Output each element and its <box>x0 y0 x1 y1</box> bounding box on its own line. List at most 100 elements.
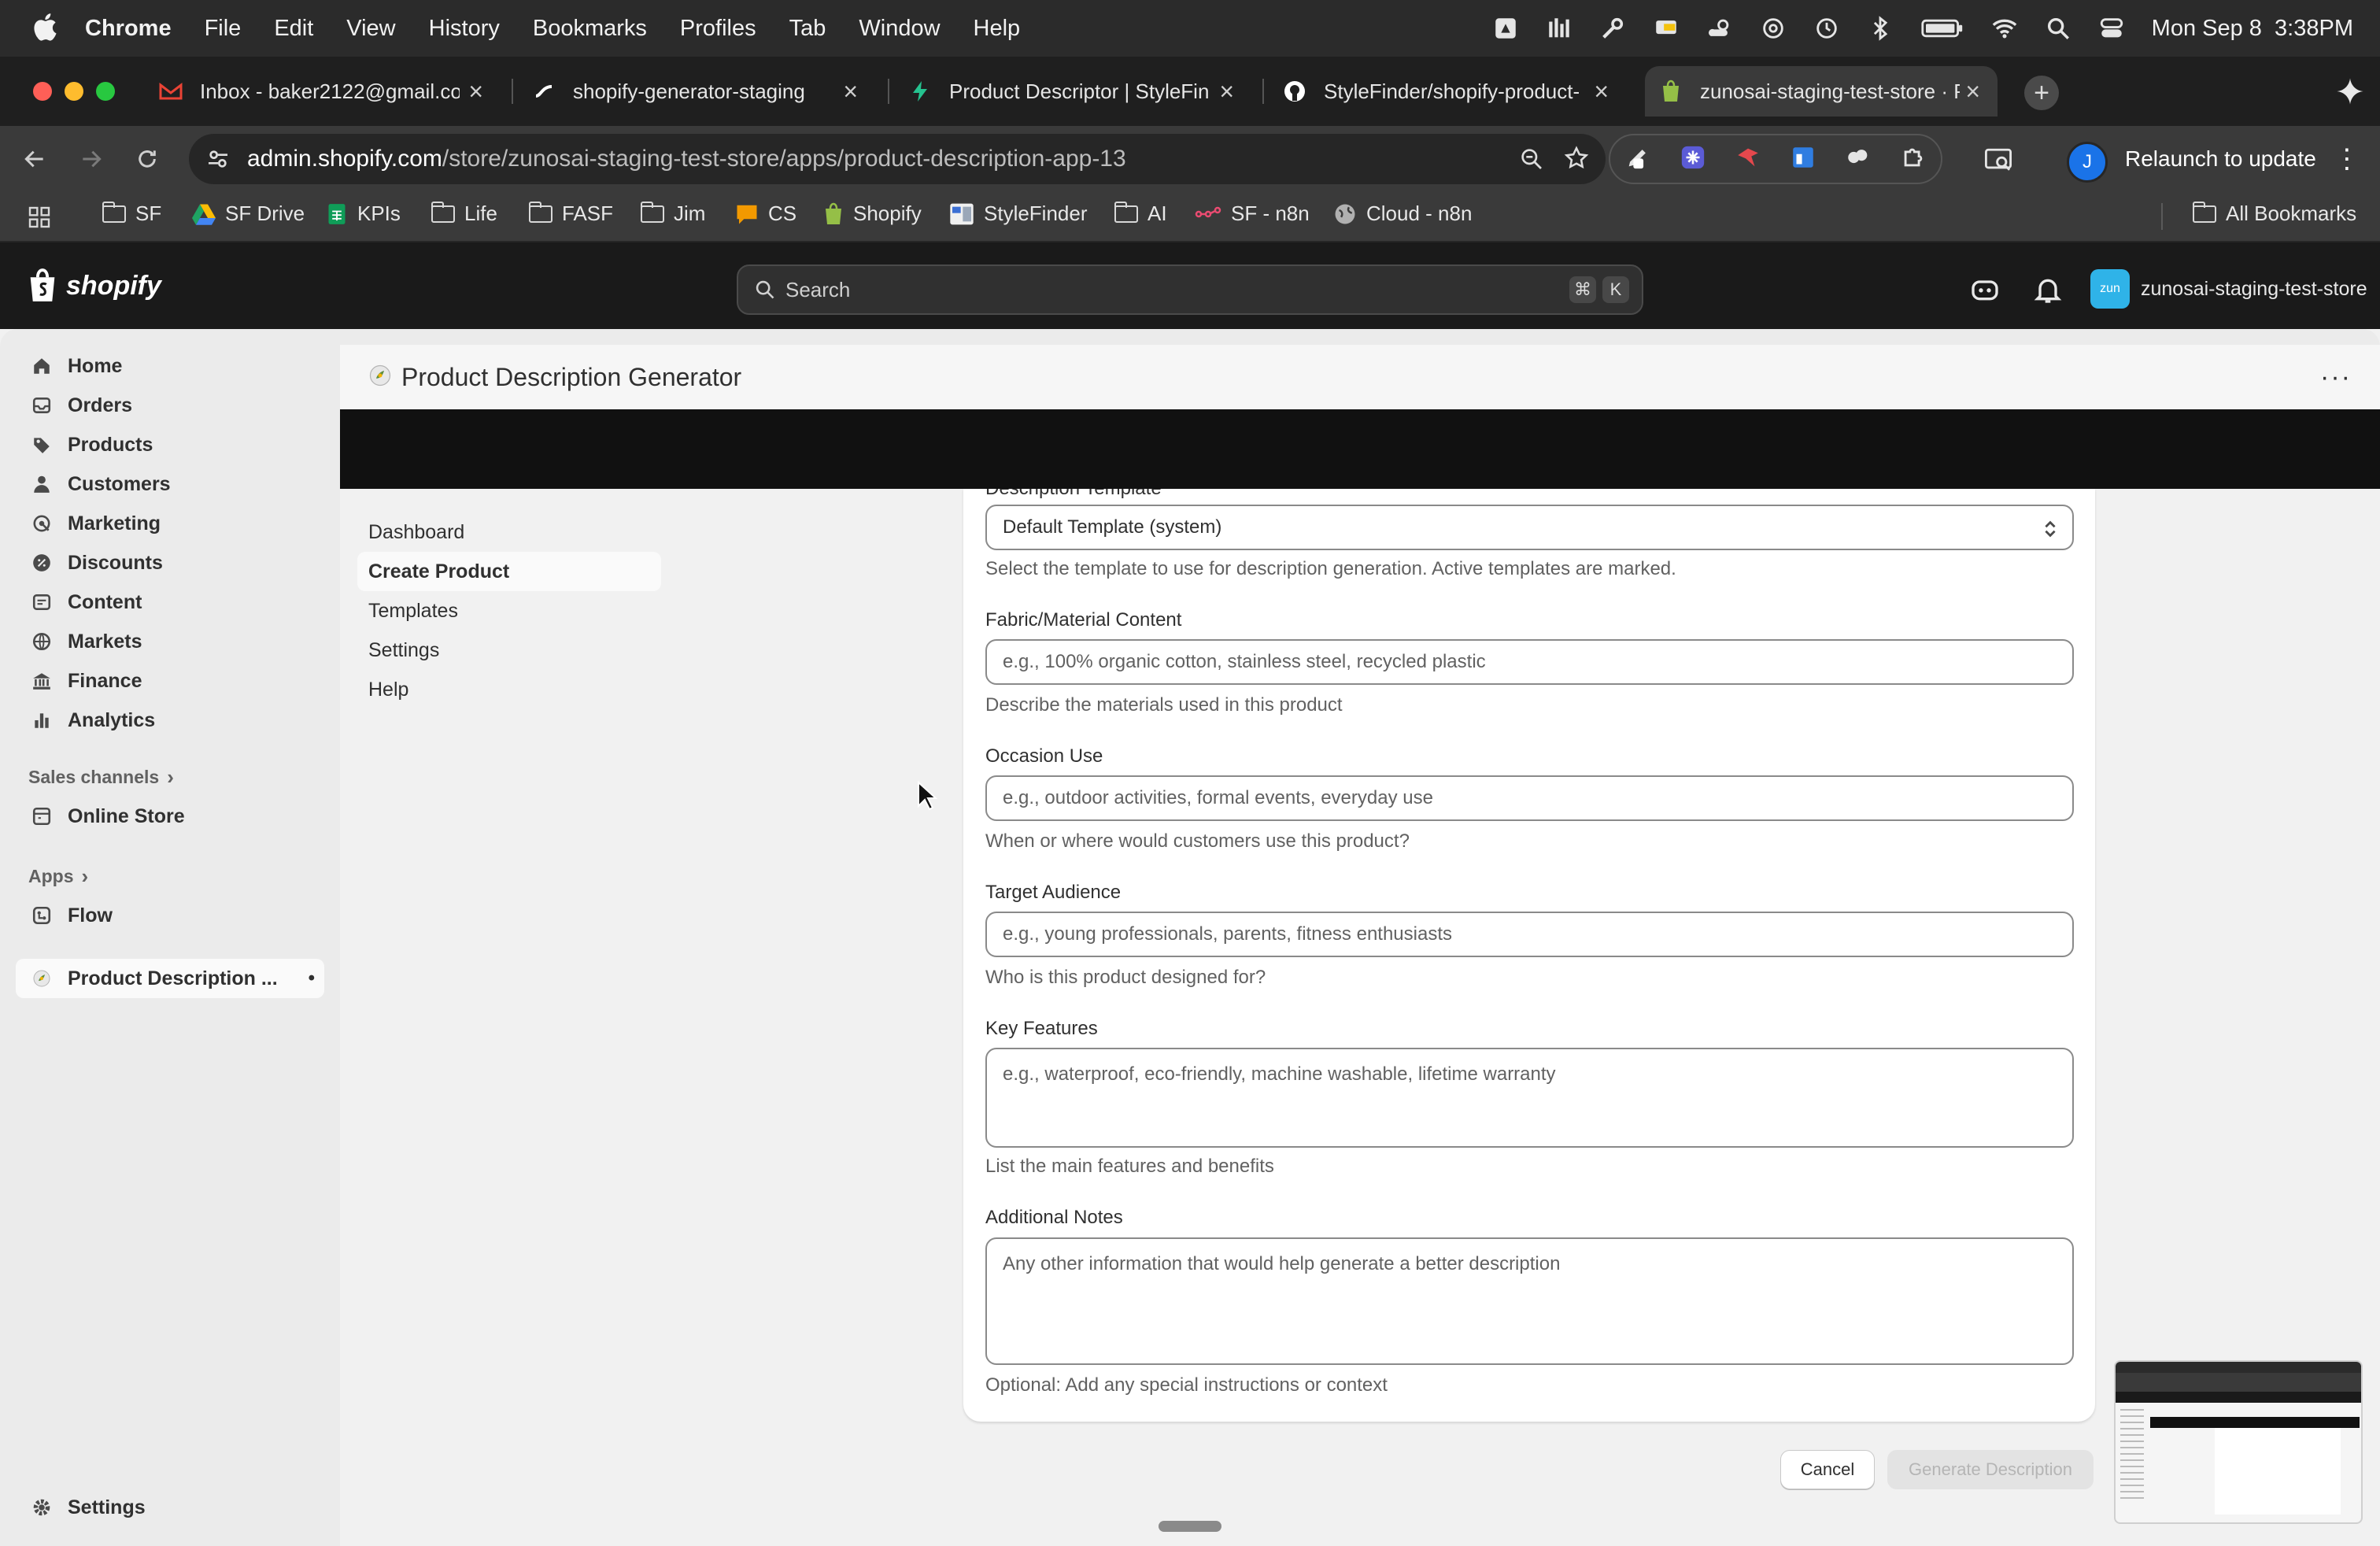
menu-app-name[interactable]: Chrome <box>85 16 172 42</box>
bluetooth-status-icon[interactable] <box>1867 15 1894 42</box>
browser-tab-railway[interactable]: shopify-generator-staging × <box>513 66 875 117</box>
menu-tab[interactable]: Tab <box>789 16 826 42</box>
nav-finance[interactable]: Finance <box>17 661 142 701</box>
bookmark-kpis[interactable]: KPIs <box>326 202 401 226</box>
extension-cloud-icon[interactable] <box>1845 144 1872 175</box>
apps-heading[interactable]: Apps › <box>28 864 88 889</box>
menu-window[interactable]: Window <box>859 16 940 42</box>
more-vertical-icon[interactable]: ⋮ <box>2334 143 2360 175</box>
store-switcher[interactable]: zun zunosai-staging-test-store <box>2090 269 2367 309</box>
zoom-out-icon[interactable] <box>1519 146 1544 172</box>
bookmark-life[interactable]: Life <box>431 201 497 226</box>
generate-description-button[interactable]: Generate Description <box>1887 1450 2094 1489</box>
subnav-dashboard[interactable]: Dashboard <box>357 512 661 552</box>
all-bookmarks-button[interactable]: All Bookmarks <box>2193 201 2356 226</box>
reload-icon[interactable] <box>134 146 161 176</box>
tab-close-icon[interactable]: × <box>1965 77 1980 106</box>
wifi-status-icon[interactable] <box>1991 15 2018 42</box>
weather-status-icon[interactable] <box>1706 15 1733 42</box>
bookmark-jim[interactable]: Jim <box>641 201 705 226</box>
openai-status-icon[interactable] <box>1760 15 1787 42</box>
drive-status-icon[interactable] <box>1492 15 1519 42</box>
address-bar[interactable]: admin.shopify.com/store/zunosai-staging-… <box>189 134 1606 184</box>
fabric-input[interactable]: e.g., 100% organic cotton, stainless ste… <box>985 639 2074 685</box>
menubar-datetime[interactable]: Mon Sep 8 3:38PM <box>2152 16 2353 42</box>
forward-arrow-icon[interactable] <box>77 146 105 176</box>
template-select[interactable]: Default Template (system) <box>985 505 2074 550</box>
pin-dot-icon[interactable]: • <box>309 967 315 989</box>
profile-avatar[interactable]: J <box>2067 142 2108 183</box>
bookmark-sf-n8n[interactable]: SF - n8n <box>1195 202 1310 226</box>
tab-close-icon[interactable]: × <box>1594 77 1609 106</box>
audience-input[interactable]: e.g., young professionals, parents, fitn… <box>985 912 2074 957</box>
bookmark-fasf[interactable]: FASF <box>529 201 613 226</box>
bookmark-cs[interactable]: CS <box>735 202 796 226</box>
nav-online-store[interactable]: Online Store <box>17 797 185 836</box>
extension-asterisk-icon[interactable] <box>1680 144 1706 175</box>
nav-customers[interactable]: Customers <box>17 464 171 504</box>
notifications-bell-icon[interactable] <box>2032 274 2064 309</box>
browser-tab-github[interactable]: StyleFinder/shopify-product- × <box>1264 66 1626 117</box>
window-zoom-button[interactable] <box>96 82 115 101</box>
nav-settings[interactable]: Settings <box>17 1488 146 1527</box>
tab-search-icon[interactable] <box>1983 146 2013 177</box>
wrench-status-icon[interactable] <box>1599 15 1626 42</box>
bar-chart-status-icon[interactable] <box>1546 15 1572 42</box>
shopify-logo[interactable]: shopify <box>27 268 161 304</box>
nav-marketing[interactable]: Marketing <box>17 504 161 543</box>
nav-content[interactable]: Content <box>17 583 142 622</box>
gemini-sparkle-icon[interactable] <box>2334 76 2366 107</box>
extension-red-bird-icon[interactable] <box>1735 144 1761 175</box>
extension-blue-layout-icon[interactable] <box>1790 144 1816 175</box>
screen-share-status-icon[interactable] <box>1653 15 1680 42</box>
bookmark-shopify[interactable]: Shopify <box>823 202 922 226</box>
sidekick-icon[interactable] <box>1969 274 2001 309</box>
browser-tab-gmail[interactable]: Inbox - baker2122@gmail.com × <box>139 66 501 117</box>
spotlight-search-icon[interactable] <box>2045 15 2071 42</box>
features-textarea[interactable]: e.g., waterproof, eco-friendly, machine … <box>985 1048 2074 1148</box>
menu-file[interactable]: File <box>205 16 242 42</box>
bookmark-sf-drive[interactable]: SF Drive <box>192 202 305 226</box>
cancel-button[interactable]: Cancel <box>1780 1450 1875 1489</box>
menu-bookmarks[interactable]: Bookmarks <box>533 16 647 42</box>
control-center-icon[interactable] <box>2098 15 2125 42</box>
bottom-drag-handle[interactable] <box>1159 1521 1221 1532</box>
bookmark-star-icon[interactable] <box>1563 145 1590 172</box>
more-actions-icon[interactable]: ··· <box>2320 362 2352 393</box>
bookmark-stylefinder[interactable]: StyleFinder <box>949 202 1088 226</box>
new-tab-button[interactable]: + <box>2024 76 2059 110</box>
screenshot-preview-thumbnail[interactable] <box>2114 1360 2363 1524</box>
menu-view[interactable]: View <box>346 16 395 42</box>
subnav-settings[interactable]: Settings <box>357 631 661 670</box>
apps-grid-icon[interactable] <box>27 205 52 230</box>
site-info-icon[interactable] <box>205 146 231 172</box>
back-arrow-icon[interactable] <box>20 146 49 176</box>
extensions-puzzle-icon[interactable] <box>1900 144 1927 175</box>
nav-markets[interactable]: Markets <box>17 622 142 661</box>
tab-close-icon[interactable]: × <box>468 77 483 106</box>
relaunch-button[interactable]: Relaunch to update ⋮ <box>2125 134 2360 184</box>
extension-pen-icon[interactable] <box>1624 144 1651 175</box>
menu-edit[interactable]: Edit <box>274 16 313 42</box>
battery-status-icon[interactable] <box>1920 15 1964 42</box>
nav-orders[interactable]: Orders <box>17 386 132 425</box>
nav-flow[interactable]: Flow <box>17 896 113 935</box>
bookmark-sf[interactable]: SF <box>102 201 161 226</box>
nav-products[interactable]: Products <box>17 425 153 464</box>
occasion-input[interactable]: e.g., outdoor activities, formal events,… <box>985 775 2074 821</box>
bookmark-cloud-n8n[interactable]: Cloud - n8n <box>1333 202 1472 226</box>
menu-profiles[interactable]: Profiles <box>680 16 756 42</box>
shopify-search-bar[interactable]: Search ⌘ K <box>737 264 1643 315</box>
window-minimize-button[interactable] <box>65 82 83 101</box>
browser-tab-product-descriptor[interactable]: Product Descriptor | StyleFinder × <box>889 66 1251 117</box>
subnav-help[interactable]: Help <box>357 670 661 709</box>
notes-textarea[interactable]: Any other information that would help ge… <box>985 1237 2074 1365</box>
nav-product-description-app[interactable]: Product Description ... • <box>17 959 324 998</box>
sales-channels-heading[interactable]: Sales channels › <box>28 765 174 790</box>
nav-discounts[interactable]: Discounts <box>17 543 163 583</box>
menu-help[interactable]: Help <box>974 16 1021 42</box>
browser-tab-active-shopify[interactable]: zunosai-staging-test-store · Product × <box>1645 66 1998 117</box>
bookmark-ai[interactable]: AI <box>1114 201 1167 226</box>
tab-close-icon[interactable]: × <box>843 77 858 106</box>
nav-analytics[interactable]: Analytics <box>17 701 155 740</box>
